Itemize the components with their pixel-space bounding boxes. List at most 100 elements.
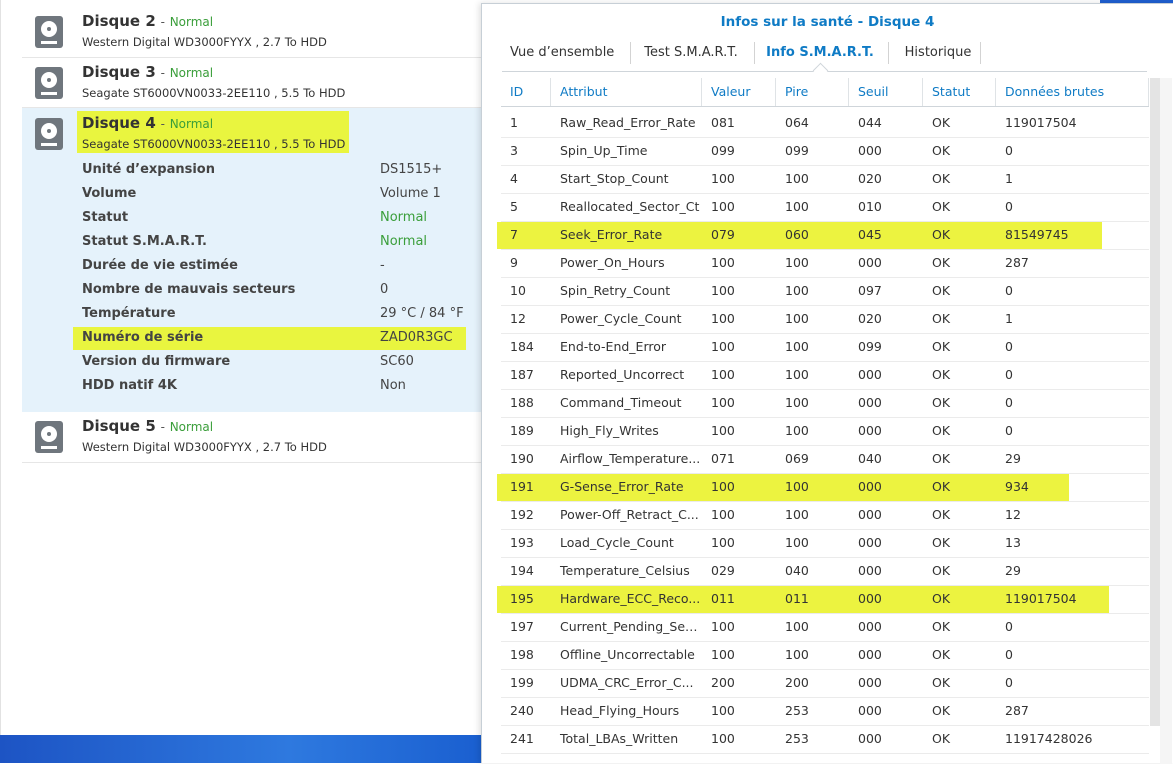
col-threshold: 000 [858, 507, 882, 522]
col-status: OK [932, 423, 951, 438]
col-status: OK [932, 703, 951, 718]
col-id: 7 [510, 227, 518, 242]
table-row[interactable]: 188 Command_Timeout 100 100 000 OK 0 [501, 389, 1149, 418]
header-col-raw-data[interactable]: Données brutes [996, 78, 1149, 106]
col-attribute: Airflow_Temperature... [560, 451, 701, 466]
header-col-id[interactable]: ID [501, 78, 551, 106]
tab-smart-test[interactable]: Test S.M.A.R.T. [640, 41, 742, 67]
table-row[interactable]: 9 Power_On_Hours 100 100 000 OK 287 [501, 249, 1149, 278]
header-col-worst[interactable]: Pire [776, 78, 849, 106]
tab-overview[interactable]: Vue d’ensemble [510, 41, 614, 67]
col-id: 9 [510, 255, 518, 270]
disk-status: Normal [169, 117, 214, 131]
table-row[interactable]: 198 Offline_Uncorrectable 100 100 000 OK 0 [501, 641, 1149, 670]
col-id: 10 [510, 283, 526, 298]
disk-list-panel: Disque 2 - Normal Western Digital WD3000… [0, 0, 483, 735]
col-id: 190 [510, 451, 534, 466]
detail-label: Volume [82, 186, 137, 201]
table-row[interactable]: 184 End-to-End_Error 100 100 099 OK 0 [501, 333, 1149, 362]
disk-model: Western Digital WD3000FYYX , 2.7 To HDD [82, 35, 327, 49]
header-col-status[interactable]: Statut [923, 78, 996, 106]
col-value: 071 [711, 451, 735, 466]
table-row[interactable]: 191 G-Sense_Error_Rate 100 100 000 OK 934 [497, 473, 1149, 502]
table-row[interactable]: 12 Power_Cycle_Count 100 100 020 OK 1 [501, 305, 1149, 334]
table-row[interactable]: 187 Reported_Uncorrect 100 100 000 OK 0 [501, 361, 1149, 390]
col-threshold: 097 [858, 283, 882, 298]
col-threshold: 045 [858, 227, 882, 242]
col-threshold: 000 [858, 143, 882, 158]
col-id: 192 [510, 507, 534, 522]
header-col-value[interactable]: Valeur [702, 78, 776, 106]
col-worst: 011 [785, 591, 809, 606]
col-status: OK [932, 283, 951, 298]
col-threshold: 010 [858, 199, 882, 214]
table-row[interactable]: 195 Hardware_ECC_Reco... 011 011 000 OK 119017… [497, 585, 1149, 614]
col-attribute: Offline_Uncorrectable [560, 647, 695, 662]
scrollbar-track[interactable] [1160, 78, 1172, 764]
table-row[interactable]: 197 Current_Pending_Sec... 100 100 000 OK 0 [501, 613, 1149, 642]
col-threshold: 020 [858, 311, 882, 326]
col-value: 029 [711, 563, 735, 578]
table-row[interactable]: 190 Airflow_Temperature... 071 069 040 OK 29 [501, 445, 1149, 474]
table-row[interactable]: 3 Spin_Up_Time 099 099 000 OK 0 [501, 137, 1149, 166]
detail-value: Non [380, 378, 406, 393]
col-raw-data: 13 [1005, 535, 1021, 550]
col-raw-data: 81549745 [1005, 227, 1069, 242]
col-value: 099 [711, 143, 735, 158]
disk-row-5[interactable]: Disque 5 - Normal Western Digital WD3000… [22, 412, 483, 463]
col-status: OK [932, 507, 951, 522]
table-row[interactable]: 193 Load_Cycle_Count 100 100 000 OK 13 [501, 529, 1149, 558]
table-row[interactable]: 241 Total_LBAs_Written 100 253 000 OK 11917428… [501, 725, 1149, 754]
col-threshold: 044 [858, 115, 882, 130]
col-id: 12 [510, 311, 526, 326]
col-threshold: 000 [858, 675, 882, 690]
detail-label: HDD natif 4K [82, 378, 177, 393]
scrollbar-thumb[interactable] [1150, 78, 1160, 726]
col-attribute: Hardware_ECC_Reco... [560, 591, 701, 606]
health-info-dialog: Infos sur la santé - Disque 4 Vue d’ense… [481, 3, 1173, 764]
col-worst: 100 [785, 619, 809, 634]
tab-separator [888, 42, 889, 64]
col-threshold: 000 [858, 479, 882, 494]
table-row[interactable]: 4 Start_Stop_Count 100 100 020 OK 1 [501, 165, 1149, 194]
col-value: 100 [711, 423, 735, 438]
disk-row-4[interactable]: Disque 4 - Normal Seagate ST6000VN0033-2… [22, 108, 483, 412]
table-row[interactable]: 5 Reallocated_Sector_Ct 100 100 010 OK 0 [501, 193, 1149, 222]
table-row[interactable]: 192 Power-Off_Retract_C... 100 100 000 OK 12 [501, 501, 1149, 530]
col-worst: 069 [785, 451, 809, 466]
col-value: 100 [711, 731, 735, 746]
detail-label: Version du firmware [82, 354, 231, 369]
col-worst: 100 [785, 199, 809, 214]
table-row[interactable]: 194 Temperature_Celsius 029 040 000 OK 29 [501, 557, 1149, 586]
col-worst: 100 [785, 479, 809, 494]
col-id: 194 [510, 563, 534, 578]
col-raw-data: 287 [1005, 255, 1029, 270]
table-row[interactable]: 7 Seek_Error_Rate 079 060 045 OK 81549745 [497, 221, 1149, 250]
col-threshold: 000 [858, 255, 882, 270]
col-worst: 040 [785, 563, 809, 578]
table-row[interactable]: 189 High_Fly_Writes 100 100 000 OK 0 [501, 417, 1149, 446]
col-id: 195 [510, 591, 534, 606]
col-attribute: Temperature_Celsius [560, 563, 690, 578]
col-worst: 100 [785, 647, 809, 662]
col-raw-data: 1 [1005, 311, 1013, 326]
col-value: 081 [711, 115, 735, 130]
col-attribute: G-Sense_Error_Rate [560, 479, 684, 494]
table-row[interactable]: 240 Head_Flying_Hours 100 253 000 OK 287 [501, 697, 1149, 726]
col-value: 100 [711, 647, 735, 662]
tab-history[interactable]: Historique [898, 41, 978, 67]
table-row[interactable]: 1 Raw_Read_Error_Rate 081 064 044 OK 119017504 [501, 109, 1149, 138]
header-col-attribute[interactable]: Attribut [551, 78, 702, 106]
disk-row-2[interactable]: Disque 2 - Normal Western Digital WD3000… [22, 8, 483, 58]
detail-label: Durée de vie estimée [82, 258, 238, 273]
col-worst: 100 [785, 423, 809, 438]
col-raw-data: 0 [1005, 339, 1013, 354]
header-col-threshold[interactable]: Seuil [849, 78, 923, 106]
col-raw-data: 0 [1005, 143, 1013, 158]
col-value: 100 [711, 479, 735, 494]
col-status: OK [932, 563, 951, 578]
col-raw-data: 29 [1005, 451, 1021, 466]
table-row[interactable]: 199 UDMA_CRC_Error_C... 200 200 000 OK 0 [501, 669, 1149, 698]
disk-row-3[interactable]: Disque 3 - Normal Seagate ST6000VN0033-2… [22, 58, 483, 108]
table-row[interactable]: 10 Spin_Retry_Count 100 100 097 OK 0 [501, 277, 1149, 306]
